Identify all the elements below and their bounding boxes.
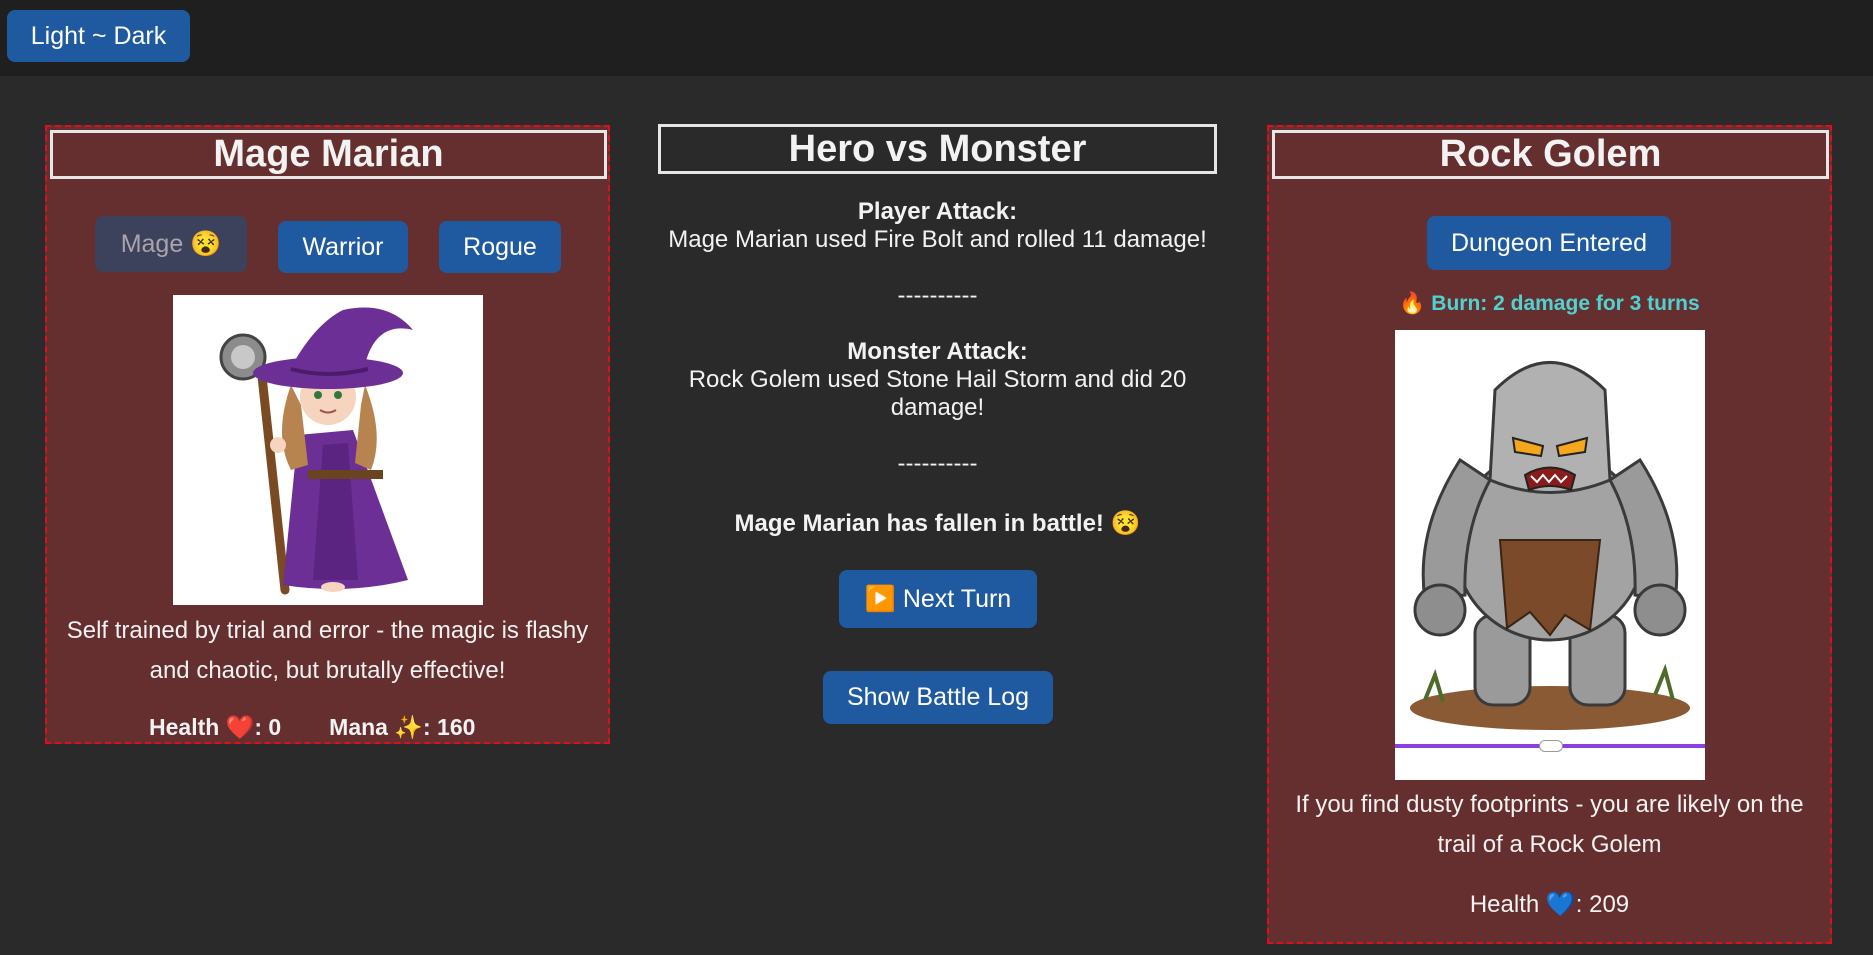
log-divider: ---------- (897, 450, 978, 477)
battle-title: Hero vs Monster (658, 124, 1217, 174)
theme-toggle-button[interactable]: Light ~ Dark (7, 10, 190, 62)
mage-portrait-image (173, 295, 483, 605)
monster-health-stat: Health 💙: 209 (1469, 891, 1630, 918)
top-bar: Light ~ Dark (0, 0, 1873, 76)
golem-portrait-image (1395, 330, 1705, 780)
monster-hp-slider-thumb[interactable] (1539, 740, 1563, 752)
burn-status-effect: 🔥 Burn: 2 damage for 3 turns (1399, 292, 1700, 315)
dungeon-entered-button[interactable]: Dungeon Entered (1427, 216, 1671, 270)
player-attack-text: Mage Marian used Fire Bolt and rolled 11… (668, 226, 1207, 253)
player-attack-heading: Player Attack: (857, 198, 1018, 225)
monster-card: Rock Golem Dungeon Entered 🔥 Burn: 2 dam… (1267, 125, 1832, 944)
monster-attack-log: Monster Attack: Rock Golem used Stone Ha… (658, 338, 1217, 422)
monster-attack-text: Rock Golem used Stone Hail Storm and did… (688, 366, 1187, 421)
class-button-warrior[interactable]: Warrior (278, 221, 408, 273)
player-attack-log: Player Attack: Mage Marian used Fire Bol… (658, 198, 1217, 254)
mage-illustration-icon (219, 307, 413, 595)
log-divider: ---------- (897, 282, 978, 309)
rock-golem-illustration-icon (1410, 361, 1690, 730)
show-battle-log-button[interactable]: Show Battle Log (823, 671, 1053, 724)
monster-description: If you find dusty footprints - you are l… (1295, 791, 1804, 858)
fallen-message: Mage Marian has fallen in battle! 😵 (734, 510, 1141, 537)
monster-attack-heading: Monster Attack: (847, 338, 1028, 365)
monster-name-title: Rock Golem (1272, 130, 1829, 179)
hero-health-stat: Health ❤️: 0 (149, 714, 282, 740)
class-button-mage[interactable]: Mage 😵 (95, 216, 247, 272)
hero-mana-stat: Mana ✨: 160 (329, 714, 476, 740)
hero-description: Self trained by trial and error - the ma… (66, 617, 589, 684)
hero-card: Mage Marian Mage 😵 Warrior Rogue Self tr… (45, 125, 610, 744)
next-turn-button[interactable]: ▶️ Next Turn (839, 570, 1037, 628)
hero-name-title: Mage Marian (50, 130, 607, 179)
class-button-rogue[interactable]: Rogue (439, 221, 561, 273)
hero-stats: Health ❤️: 0 Mana ✨: 160 (149, 714, 549, 741)
